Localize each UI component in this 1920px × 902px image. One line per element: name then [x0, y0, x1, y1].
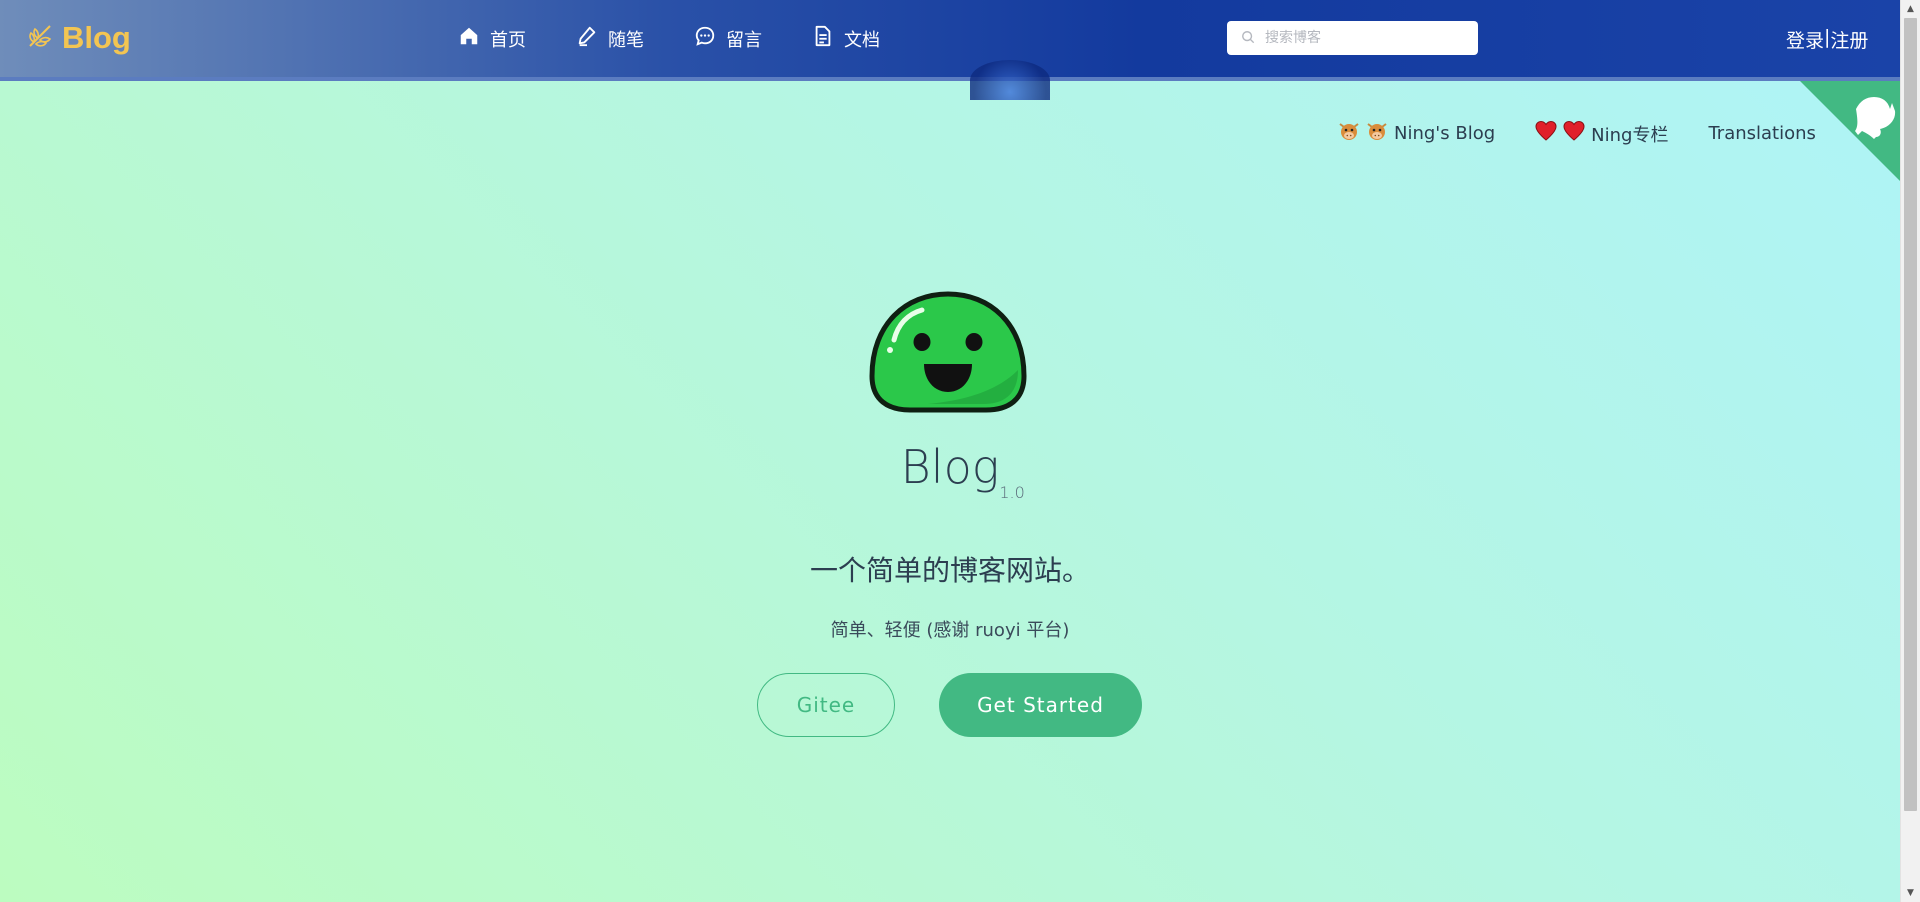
hero-title-wrap: Blog 1.0: [0, 440, 1900, 502]
slime-logo: [868, 290, 1028, 414]
top-links: Ning's Blog Ning专栏 Translations: [1338, 120, 1816, 147]
heart-icon: [1563, 120, 1585, 147]
cow-icon: [1366, 120, 1388, 147]
get-started-button[interactable]: Get Started: [939, 673, 1142, 737]
document-icon: [812, 25, 834, 52]
hero-description: 一个简单的博客网站。: [809, 554, 1090, 587]
nav-item-label: 随笔: [608, 29, 644, 51]
scroll-up-arrow-icon[interactable]: ▲: [1901, 0, 1920, 18]
nav-item-essays[interactable]: 随笔: [576, 25, 644, 52]
search-input[interactable]: [1263, 29, 1467, 47]
hero-subtitle: 简单、轻便 (感谢 ruoyi 平台): [830, 620, 1070, 641]
search-icon: [1241, 29, 1255, 48]
nav-item-label: 首页: [490, 29, 526, 51]
main-nav: 首页 随笔 留言 文档: [458, 0, 880, 77]
register-link[interactable]: 注册: [1830, 26, 1868, 53]
pen-icon: [576, 25, 598, 52]
leaf-logo-icon: [26, 22, 54, 54]
link-label: Ning's Blog: [1394, 123, 1496, 144]
search-box: [1227, 21, 1478, 55]
brand[interactable]: Blog: [26, 20, 131, 56]
page-scrollbar[interactable]: ▲ ▼: [1900, 0, 1920, 902]
nav-item-messages[interactable]: 留言: [694, 25, 762, 52]
hero-title: Blog: [900, 440, 1000, 494]
login-link[interactable]: 登录: [1786, 26, 1824, 53]
link-label: Ning专栏: [1591, 124, 1669, 146]
github-corner[interactable]: [1800, 81, 1900, 181]
nav-item-home[interactable]: 首页: [458, 25, 526, 52]
link-nings-blog[interactable]: Ning's Blog: [1338, 120, 1495, 147]
heart-icon: [1535, 120, 1557, 147]
link-ning-column[interactable]: Ning专栏: [1535, 120, 1668, 147]
nav-item-label: 留言: [726, 29, 762, 51]
scroll-thumb[interactable]: [1904, 18, 1917, 811]
top-navbar: Blog 首页 随笔 留言 文档 搜索博客 登录 | 注册: [0, 0, 1900, 100]
scroll-down-arrow-icon[interactable]: ▼: [1901, 884, 1920, 902]
chat-icon: [694, 25, 716, 52]
home-icon: [458, 25, 480, 52]
nav-item-label: 文档: [844, 29, 880, 51]
gitee-button[interactable]: Gitee: [757, 673, 895, 737]
brand-title: Blog: [62, 20, 131, 55]
nav-item-docs[interactable]: 文档: [812, 25, 880, 52]
version-label: 1.0: [999, 483, 1025, 502]
cow-icon: [1338, 120, 1360, 147]
auth-links: 登录 | 注册: [1786, 26, 1868, 53]
